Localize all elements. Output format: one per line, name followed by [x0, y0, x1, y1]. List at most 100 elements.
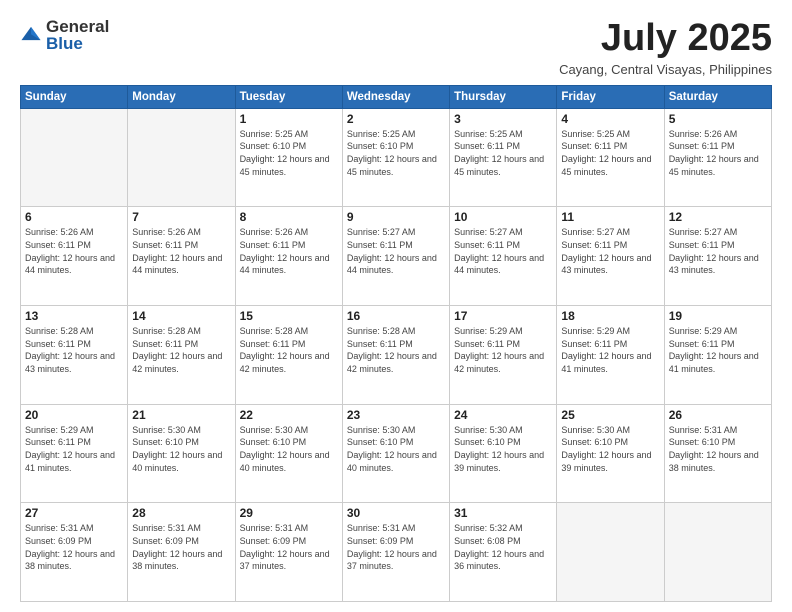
day-number: 14 — [132, 309, 230, 323]
day-info: Sunrise: 5:26 AM Sunset: 6:11 PM Dayligh… — [240, 226, 338, 276]
day-number: 8 — [240, 210, 338, 224]
weekday-header: Sunday — [21, 85, 128, 108]
day-info: Sunrise: 5:30 AM Sunset: 6:10 PM Dayligh… — [240, 424, 338, 474]
day-info: Sunrise: 5:26 AM Sunset: 6:11 PM Dayligh… — [25, 226, 123, 276]
day-info: Sunrise: 5:28 AM Sunset: 6:11 PM Dayligh… — [240, 325, 338, 375]
calendar-cell: 15 Sunrise: 5:28 AM Sunset: 6:11 PM Dayli… — [235, 306, 342, 405]
day-number: 24 — [454, 408, 552, 422]
calendar-header: SundayMondayTuesdayWednesdayThursdayFrid… — [21, 85, 772, 108]
day-number: 10 — [454, 210, 552, 224]
page: General Blue July 2025 Cayang, Central V… — [0, 0, 792, 612]
calendar-cell: 30Sunrise: 5:31 AM Sunset: 6:09 PM Dayli… — [342, 503, 449, 602]
calendar-cell: 10 Sunrise: 5:27 AM Sunset: 6:11 PM Dayli… — [450, 207, 557, 306]
day-number: 1 — [240, 112, 338, 126]
day-info: Sunrise: 5:25 AM Sunset: 6:10 PM Dayligh… — [347, 128, 445, 178]
calendar-cell: 11Sunrise: 5:27 AM Sunset: 6:11 PM Dayli… — [557, 207, 664, 306]
day-info: Sunrise: 5:25 AM Sunset: 6:11 PM Dayligh… — [561, 128, 659, 178]
day-number: 5 — [669, 112, 767, 126]
day-info: Sunrise: 5:29 AM Sunset: 6:11 PM Dayligh… — [25, 424, 123, 474]
logo: General Blue — [20, 18, 109, 52]
calendar-cell — [21, 108, 128, 207]
calendar-cell: 18Sunrise: 5:29 AM Sunset: 6:11 PM Dayli… — [557, 306, 664, 405]
day-number: 22 — [240, 408, 338, 422]
day-info: Sunrise: 5:27 AM Sunset: 6:11 PM Dayligh… — [454, 226, 552, 276]
day-info: Sunrise: 5:30 AM Sunset: 6:10 PM Dayligh… — [561, 424, 659, 474]
day-number: 19 — [669, 309, 767, 323]
calendar-cell — [557, 503, 664, 602]
calendar-cell — [128, 108, 235, 207]
day-number: 27 — [25, 506, 123, 520]
logo-text: General Blue — [46, 18, 109, 52]
calendar-cell: 6 Sunrise: 5:26 AM Sunset: 6:11 PM Daylig… — [21, 207, 128, 306]
weekday-row: SundayMondayTuesdayWednesdayThursdayFrid… — [21, 85, 772, 108]
month-title: July 2025 — [559, 18, 772, 60]
day-info: Sunrise: 5:31 AM Sunset: 6:09 PM Dayligh… — [240, 522, 338, 572]
calendar-cell: 1Sunrise: 5:25 AM Sunset: 6:10 PM Daylig… — [235, 108, 342, 207]
day-info: Sunrise: 5:28 AM Sunset: 6:11 PM Dayligh… — [347, 325, 445, 375]
calendar-cell — [664, 503, 771, 602]
weekday-header: Friday — [557, 85, 664, 108]
calendar-week: 20 Sunrise: 5:29 AM Sunset: 6:11 PM Dayli… — [21, 404, 772, 503]
day-info: Sunrise: 5:30 AM Sunset: 6:10 PM Dayligh… — [454, 424, 552, 474]
day-info: Sunrise: 5:32 AM Sunset: 6:08 PM Dayligh… — [454, 522, 552, 572]
calendar-cell: 20 Sunrise: 5:29 AM Sunset: 6:11 PM Dayli… — [21, 404, 128, 503]
calendar-cell: 23Sunrise: 5:30 AM Sunset: 6:10 PM Dayli… — [342, 404, 449, 503]
subtitle: Cayang, Central Visayas, Philippines — [559, 62, 772, 77]
day-info: Sunrise: 5:26 AM Sunset: 6:11 PM Dayligh… — [132, 226, 230, 276]
day-info: Sunrise: 5:26 AM Sunset: 6:11 PM Dayligh… — [669, 128, 767, 178]
calendar-cell: 9Sunrise: 5:27 AM Sunset: 6:11 PM Daylig… — [342, 207, 449, 306]
calendar-week: 27 Sunrise: 5:31 AM Sunset: 6:09 PM Dayli… — [21, 503, 772, 602]
day-number: 2 — [347, 112, 445, 126]
calendar-cell: 17 Sunrise: 5:29 AM Sunset: 6:11 PM Dayli… — [450, 306, 557, 405]
calendar-week: 6 Sunrise: 5:26 AM Sunset: 6:11 PM Daylig… — [21, 207, 772, 306]
calendar-body: 1 Sunrise: 5:25 AM Sunset: 6:10 PM Daylig… — [21, 108, 772, 601]
day-info: Sunrise: 5:31 AM Sunset: 6:09 PM Dayligh… — [132, 522, 230, 572]
calendar-cell: 27 Sunrise: 5:31 AM Sunset: 6:09 PM Dayli… — [21, 503, 128, 602]
day-number: 18 — [561, 309, 659, 323]
calendar-cell: 29 Sunrise: 5:31 AM Sunset: 6:09 PM Dayli… — [235, 503, 342, 602]
day-info: Sunrise: 5:31 AM Sunset: 6:09 PM Dayligh… — [347, 522, 445, 572]
logo-icon — [20, 24, 42, 46]
calendar-cell: 4Sunrise: 5:25 AM Sunset: 6:11 PM Daylig… — [557, 108, 664, 207]
day-number: 28 — [132, 506, 230, 520]
title-block: July 2025 Cayang, Central Visayas, Phili… — [559, 18, 772, 77]
day-number: 7 — [132, 210, 230, 224]
day-number: 20 — [25, 408, 123, 422]
day-number: 25 — [561, 408, 659, 422]
day-info: Sunrise: 5:31 AM Sunset: 6:09 PM Dayligh… — [25, 522, 123, 572]
weekday-header: Saturday — [664, 85, 771, 108]
weekday-header: Wednesday — [342, 85, 449, 108]
calendar-cell: 12Sunrise: 5:27 AM Sunset: 6:11 PM Dayli… — [664, 207, 771, 306]
calendar: SundayMondayTuesdayWednesdayThursdayFrid… — [20, 85, 772, 602]
calendar-cell: 19 Sunrise: 5:29 AM Sunset: 6:11 PM Dayli… — [664, 306, 771, 405]
day-number: 17 — [454, 309, 552, 323]
day-info: Sunrise: 5:29 AM Sunset: 6:11 PM Dayligh… — [454, 325, 552, 375]
day-number: 6 — [25, 210, 123, 224]
logo-blue: Blue — [46, 35, 109, 52]
day-number: 23 — [347, 408, 445, 422]
calendar-cell: 2 Sunrise: 5:25 AM Sunset: 6:10 PM Daylig… — [342, 108, 449, 207]
calendar-cell: 25 Sunrise: 5:30 AM Sunset: 6:10 PM Dayli… — [557, 404, 664, 503]
day-number: 16 — [347, 309, 445, 323]
calendar-cell: 16 Sunrise: 5:28 AM Sunset: 6:11 PM Dayli… — [342, 306, 449, 405]
day-info: Sunrise: 5:27 AM Sunset: 6:11 PM Dayligh… — [347, 226, 445, 276]
day-info: Sunrise: 5:28 AM Sunset: 6:11 PM Dayligh… — [132, 325, 230, 375]
calendar-cell: 28 Sunrise: 5:31 AM Sunset: 6:09 PM Dayli… — [128, 503, 235, 602]
calendar-week: 1 Sunrise: 5:25 AM Sunset: 6:10 PM Daylig… — [21, 108, 772, 207]
calendar-cell: 3Sunrise: 5:25 AM Sunset: 6:11 PM Daylig… — [450, 108, 557, 207]
logo-general: General — [46, 18, 109, 35]
day-number: 29 — [240, 506, 338, 520]
day-info: Sunrise: 5:29 AM Sunset: 6:11 PM Dayligh… — [669, 325, 767, 375]
day-info: Sunrise: 5:27 AM Sunset: 6:11 PM Dayligh… — [561, 226, 659, 276]
day-number: 21 — [132, 408, 230, 422]
calendar-cell: 24 Sunrise: 5:30 AM Sunset: 6:10 PM Dayli… — [450, 404, 557, 503]
day-number: 13 — [25, 309, 123, 323]
day-number: 15 — [240, 309, 338, 323]
calendar-cell: 14 Sunrise: 5:28 AM Sunset: 6:11 PM Dayli… — [128, 306, 235, 405]
weekday-header: Thursday — [450, 85, 557, 108]
calendar-week: 13 Sunrise: 5:28 AM Sunset: 6:11 PM Dayli… — [21, 306, 772, 405]
calendar-cell: 22 Sunrise: 5:30 AM Sunset: 6:10 PM Dayli… — [235, 404, 342, 503]
calendar-cell: 31Sunrise: 5:32 AM Sunset: 6:08 PM Dayli… — [450, 503, 557, 602]
day-info: Sunrise: 5:30 AM Sunset: 6:10 PM Dayligh… — [132, 424, 230, 474]
day-info: Sunrise: 5:25 AM Sunset: 6:11 PM Dayligh… — [454, 128, 552, 178]
